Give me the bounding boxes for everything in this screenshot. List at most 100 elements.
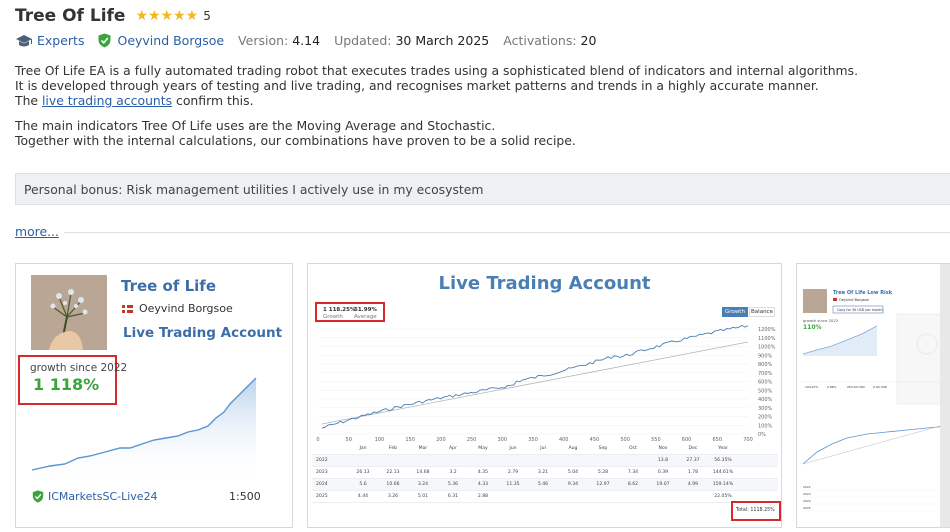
x-tick-label: 350	[528, 437, 538, 441]
table-cell: 27.37	[686, 458, 700, 463]
total-value: Total: 1118.25%	[736, 508, 775, 513]
table-cell: 5.36	[447, 482, 459, 487]
table-cell: Jan	[359, 446, 367, 451]
x-tick-label: 600	[682, 437, 692, 441]
version-label: Version:	[238, 33, 289, 48]
personal-bonus-banner[interactable]: Personal bonus: Risk management utilitie…	[15, 173, 950, 205]
y-tick-label: 700%	[758, 371, 773, 377]
x-tick-label: 650	[713, 437, 723, 441]
y-tick-label: 200%	[758, 415, 773, 421]
scrollbar[interactable]	[940, 264, 950, 527]
signal-card-low-risk[interactable]: Tree Of Life Low Risk Oeyvind Borgsoe Co…	[796, 263, 950, 528]
description-block-2: The main indicators Tree Of Life uses ar…	[15, 118, 945, 148]
y-tick-label: 1100%	[758, 336, 776, 342]
product-thumbnail	[31, 275, 107, 350]
y-tick-label: 500%	[758, 388, 773, 394]
verified-shield-icon	[32, 490, 44, 503]
product-title: Tree Of Life	[15, 6, 126, 26]
table-cell: 3.2	[449, 470, 457, 475]
table-header-row: Jan Feb Mar Apr May Jun Jul Aug Sep Oct Nov Dec Year	[312, 443, 778, 455]
table-cell: 5.04	[567, 470, 579, 475]
growth-series-line	[321, 324, 749, 429]
table-cell: 14.68	[416, 470, 430, 475]
x-tick-label: 400	[559, 437, 569, 441]
low-risk-owner: Oeyvind Borgsoe	[839, 298, 869, 302]
low-risk-growth-label: growth since 2022	[803, 318, 839, 323]
table-cell: 11.35	[506, 482, 520, 487]
table-cell: Aug	[568, 446, 578, 451]
table-cell: 6.31	[447, 494, 459, 499]
y-tick-label: 1200%	[758, 327, 776, 333]
signal-subtitle: Live Trading Account	[123, 325, 283, 341]
x-tick-label: 550	[651, 437, 661, 441]
signal-title[interactable]: Tree of Life	[121, 277, 216, 295]
x-tick-label: 200	[436, 437, 446, 441]
table-cell: 2025	[316, 494, 328, 499]
owner-name: Oeyvind Borgsoe	[139, 302, 233, 315]
table-cell: 5.46	[537, 482, 549, 487]
y-tick-label: 900%	[758, 353, 773, 359]
x-tick-label: 0	[316, 437, 319, 441]
y-tick-label: 0%	[758, 432, 766, 438]
growth-tab: Growth	[722, 307, 748, 317]
description-line: The main indicators Tree Of Life uses ar…	[15, 118, 496, 133]
subscribe-button: Copy for 30 USD per month	[837, 308, 883, 312]
table-cell: Jun	[509, 446, 517, 451]
x-tick-label: 450	[590, 437, 600, 441]
broker-name: ICMarketsSC-Live24	[48, 490, 158, 503]
norway-flag-icon	[122, 304, 133, 313]
table-cell: Feb	[388, 446, 398, 451]
product-meta: Experts Oeyvind Borgsoe Version: 4.14 Up…	[15, 33, 596, 48]
signal-card-tree-of-life[interactable]: Tree of Life Oeyvind Borgsoe Live Tradin…	[15, 263, 293, 528]
table-cell: 2024	[316, 482, 328, 487]
description-line: It is developed through years of testing…	[15, 78, 819, 93]
verified-shield-icon	[98, 33, 111, 48]
x-tick-label: 50	[346, 437, 352, 441]
rating-stars-icon[interactable]: ★★★★★	[135, 8, 198, 24]
table-cell: 3.26	[387, 494, 399, 499]
author-link[interactable]: Oeyvind Borgsoe	[117, 33, 224, 48]
table-cell: 2022	[316, 458, 328, 463]
category-link[interactable]: Experts	[37, 33, 84, 48]
live-trading-screenshot[interactable]: Live Trading Account 1 118.25% 51.99% Gr…	[307, 263, 782, 528]
table-cell: 7.34	[627, 470, 639, 475]
updated-value: 30 March 2025	[395, 33, 490, 48]
table-row: 2022 13.8 27.37 56.35%	[312, 455, 778, 467]
y-tick-label: 800%	[758, 362, 773, 368]
table-cell: 2023	[316, 470, 328, 475]
average-trend-line	[321, 341, 749, 425]
table-cell: 19.07	[656, 482, 670, 487]
y-tick-label: 1000%	[758, 345, 776, 351]
low-risk-growth-value: 110%	[803, 324, 822, 331]
table-row: 2023 26.13 22.13 14.68 3.2 4.35 2.79 3.21 5.04 5.…	[312, 467, 778, 479]
updated-label: Updated:	[334, 33, 392, 48]
growth-sparkline	[31, 377, 257, 484]
leverage-value: 1:500	[229, 490, 261, 503]
activations-label: Activations:	[503, 33, 577, 48]
table-cell: 5.28	[597, 470, 609, 475]
signal-owner: Oeyvind Borgsoe	[122, 302, 233, 315]
stat-growth-value: 1 118.25%	[323, 307, 356, 313]
x-tick-label: 500	[620, 437, 630, 441]
table-cell: 26.13	[356, 470, 370, 475]
product-header: Tree Of Life ★★★★★ 5	[15, 6, 211, 26]
rating-count[interactable]: 5	[203, 9, 211, 23]
svg-text:2024: 2024	[803, 499, 811, 503]
table-cell: Mar	[418, 446, 428, 451]
stat-average-value: 51.99%	[354, 307, 377, 313]
table-cell: 4.35	[477, 470, 489, 475]
description-line: Together with the internal calculations,…	[15, 133, 576, 148]
x-tick-label: 700	[743, 437, 753, 441]
table-cell: 22.13	[386, 470, 400, 475]
table-cell: Dec	[688, 446, 698, 451]
table-cell: 5.6	[359, 482, 367, 487]
description-line: The live trading accounts confirm this.	[15, 93, 254, 108]
y-tick-label: 300%	[758, 406, 773, 412]
live-accounts-link[interactable]: live trading accounts	[42, 93, 172, 108]
growth-label: growth since 2022	[30, 362, 128, 374]
svg-text:0.00 USD: 0.00 USD	[873, 385, 888, 389]
more-link[interactable]: more...	[15, 224, 59, 239]
table-cell: Oct	[629, 446, 637, 451]
table-cell: 22.05%	[714, 494, 732, 499]
table-cell: 10.66	[386, 482, 400, 487]
